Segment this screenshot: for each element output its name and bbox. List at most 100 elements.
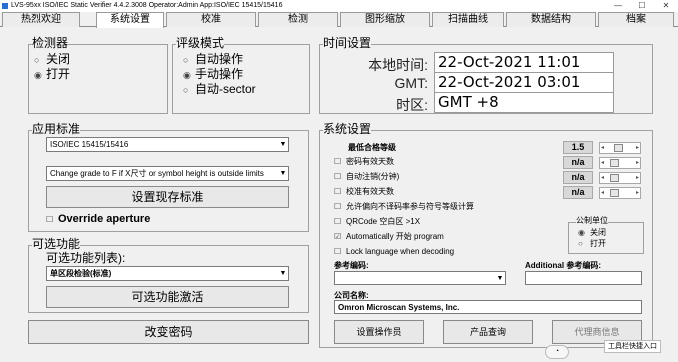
gmt-value: 22-Oct-2021 03:01 xyxy=(434,72,614,93)
right-arrow-icon: ▸ xyxy=(635,190,639,196)
set-operator-button[interactable]: 设置操作员 xyxy=(334,320,424,344)
radio-empty-icon: ○ xyxy=(578,239,583,248)
grade-rule-select[interactable]: Change grade to F if X尺寸 or symbol heigh… xyxy=(46,166,289,181)
taskbar-icon[interactable]: ◔ xyxy=(545,345,569,359)
password-days-value: n/a xyxy=(563,156,593,169)
system-settings-title: 系统设置 xyxy=(323,122,372,136)
password-days-slider[interactable]: ◂ ▸ xyxy=(599,157,641,169)
slider-thumb[interactable] xyxy=(610,159,619,167)
password-days-checkbox[interactable]: ☐ 密码有效天数 xyxy=(334,157,394,167)
optional-list-label: 可选功能列表): xyxy=(46,251,126,265)
toolbar-shortcut-label[interactable]: 工具栏快捷入口 xyxy=(604,340,661,353)
checkbox-icon: ☐ xyxy=(334,247,342,256)
auto-logout-slider[interactable]: ◂ ▸ xyxy=(599,172,641,184)
maximize-button[interactable]: ☐ xyxy=(630,0,654,12)
grading-mode-title: 评级模式 xyxy=(176,36,225,50)
tab-scan-profile[interactable]: 扫描曲线 xyxy=(432,12,504,27)
gmt-label: GMT: xyxy=(394,75,428,91)
tab-bar: 热烈欢迎 系统设置 校准 检测 图形缩放 扫描曲线 数据结构 档案 xyxy=(0,12,678,28)
min-grade-value: 1.5 xyxy=(563,141,593,154)
detector-off-radio[interactable]: ○ 关闭 xyxy=(34,53,70,67)
checkbox-icon: ☐ xyxy=(334,217,342,226)
radio-selected-icon: ◉ xyxy=(183,70,191,80)
window-title: LVS-95xx ISO/IEC Static Verifier 4.4.2.3… xyxy=(11,2,283,9)
tab-system-settings[interactable]: 系统设置 xyxy=(96,12,164,28)
dropdown-arrow-icon: ▼ xyxy=(278,267,288,280)
detector-on-radio[interactable]: ◉ 打开 xyxy=(34,68,70,82)
close-button[interactable]: ✕ xyxy=(654,0,678,12)
qrcode-quiet-zone-checkbox[interactable]: ☐ QRCode 空白区 >1X xyxy=(334,217,420,227)
checkbox-icon: ☐ xyxy=(334,187,342,196)
min-grade-slider[interactable]: ◂ ▸ xyxy=(599,142,641,154)
optional-feature-select[interactable]: 单区段检验(标准) ▼ xyxy=(46,266,289,281)
auto-logout-value: n/a xyxy=(563,171,593,184)
right-arrow-icon: ▸ xyxy=(635,160,639,166)
detector-title: 检测器 xyxy=(32,36,69,50)
right-arrow-icon: ▸ xyxy=(635,145,639,151)
tab-calibration[interactable]: 校准 xyxy=(166,12,256,27)
grading-auto-sector-radio[interactable]: ○ 自动-sector xyxy=(183,83,256,97)
local-time-value: 22-Oct-2021 11:01 xyxy=(434,52,614,73)
minimize-button[interactable]: — xyxy=(606,0,630,12)
tab-zoom[interactable]: 图形缩放 xyxy=(340,12,430,27)
activate-optional-button[interactable]: 可选功能激活 xyxy=(46,286,289,308)
override-aperture-checkbox[interactable]: ☐ Override aperture xyxy=(46,213,150,226)
left-arrow-icon: ◂ xyxy=(601,160,605,166)
calibration-days-slider[interactable]: ◂ ▸ xyxy=(599,187,641,199)
dropdown-arrow-icon: ▼ xyxy=(495,272,505,284)
tab-welcome[interactable]: 热烈欢迎 xyxy=(2,12,80,27)
auto-start-program-checkbox[interactable]: ☑ Automatically 开始 program xyxy=(334,232,444,242)
min-grade-label: 最低合格等级 xyxy=(348,143,396,152)
radio-empty-icon: ○ xyxy=(183,85,189,95)
grading-auto-radio[interactable]: ○ 自动操作 xyxy=(183,53,243,67)
standard-select[interactable]: ISO/IEC 15415/15416 ▼ xyxy=(46,137,289,152)
product-query-button[interactable]: 产品查询 xyxy=(443,320,533,344)
window-title-bar: LVS-95xx ISO/IEC Static Verifier 4.4.2.3… xyxy=(0,0,678,12)
additional-ref-code-input[interactable] xyxy=(525,271,642,285)
app-icon xyxy=(2,3,8,9)
checkbox-icon: ☐ xyxy=(334,202,342,211)
tab-data-structure[interactable]: 数据结构 xyxy=(506,12,596,27)
checkbox-checked-icon: ☑ xyxy=(334,232,342,241)
lock-language-checkbox[interactable]: ☐ Lock language when decoding xyxy=(334,247,454,257)
radio-selected-icon: ◉ xyxy=(34,70,42,80)
checkbox-icon: ☐ xyxy=(334,157,342,166)
left-arrow-icon: ◂ xyxy=(601,145,605,151)
metric-on-radio[interactable]: ○ 打开 xyxy=(578,239,606,249)
grading-manual-radio[interactable]: ◉ 手动操作 xyxy=(183,68,243,82)
checkbox-icon: ☐ xyxy=(334,172,342,181)
time-zone-label: 时区: xyxy=(396,97,428,113)
radio-empty-icon: ○ xyxy=(34,55,40,65)
time-zone-value: GMT +8 xyxy=(434,92,614,113)
checkbox-icon: ☐ xyxy=(46,215,54,224)
application-standard-title: 应用标准 xyxy=(32,122,81,136)
tab-inspect[interactable]: 检测 xyxy=(258,12,338,27)
additional-ref-code-label: Additional 参考编码: xyxy=(525,261,601,270)
set-standard-button[interactable]: 设置现存标准 xyxy=(46,186,289,208)
company-name-input[interactable]: Omron Microscan Systems, Inc. xyxy=(334,300,642,314)
auto-logout-checkbox[interactable]: ☐ 自动注销(分钟) xyxy=(334,172,399,182)
left-arrow-icon: ◂ xyxy=(601,190,605,196)
calibration-days-checkbox[interactable]: ☐ 校准有效天数 xyxy=(334,187,394,197)
optional-features-title: 可选功能 xyxy=(32,237,81,251)
change-password-button[interactable]: 改变密码 xyxy=(28,320,309,344)
slider-thumb[interactable] xyxy=(610,174,619,182)
dropdown-arrow-icon: ▼ xyxy=(278,167,288,180)
ref-code-select[interactable]: ▼ xyxy=(334,271,506,285)
tab-archive[interactable]: 档案 xyxy=(598,12,674,27)
metric-off-radio[interactable]: ◉ 关闭 xyxy=(578,228,606,238)
calibration-days-value: n/a xyxy=(563,186,593,199)
slider-thumb[interactable] xyxy=(614,144,623,152)
ref-code-label: 参考编码: xyxy=(334,261,369,270)
slider-thumb[interactable] xyxy=(610,189,619,197)
radio-selected-icon: ◉ xyxy=(578,228,585,237)
allow-decode-checkbox[interactable]: ☐ 允许偏向不译码率参与符号等级计算 xyxy=(334,202,474,212)
local-time-label: 本地时间: xyxy=(368,57,428,73)
radio-empty-icon: ○ xyxy=(183,55,189,65)
metric-units-group xyxy=(568,222,644,254)
dropdown-arrow-icon: ▼ xyxy=(278,138,288,151)
metric-units-title: 公制单位 xyxy=(576,216,608,226)
left-arrow-icon: ◂ xyxy=(601,175,605,181)
time-settings-title: 时间设置 xyxy=(323,36,372,50)
right-arrow-icon: ▸ xyxy=(635,175,639,181)
